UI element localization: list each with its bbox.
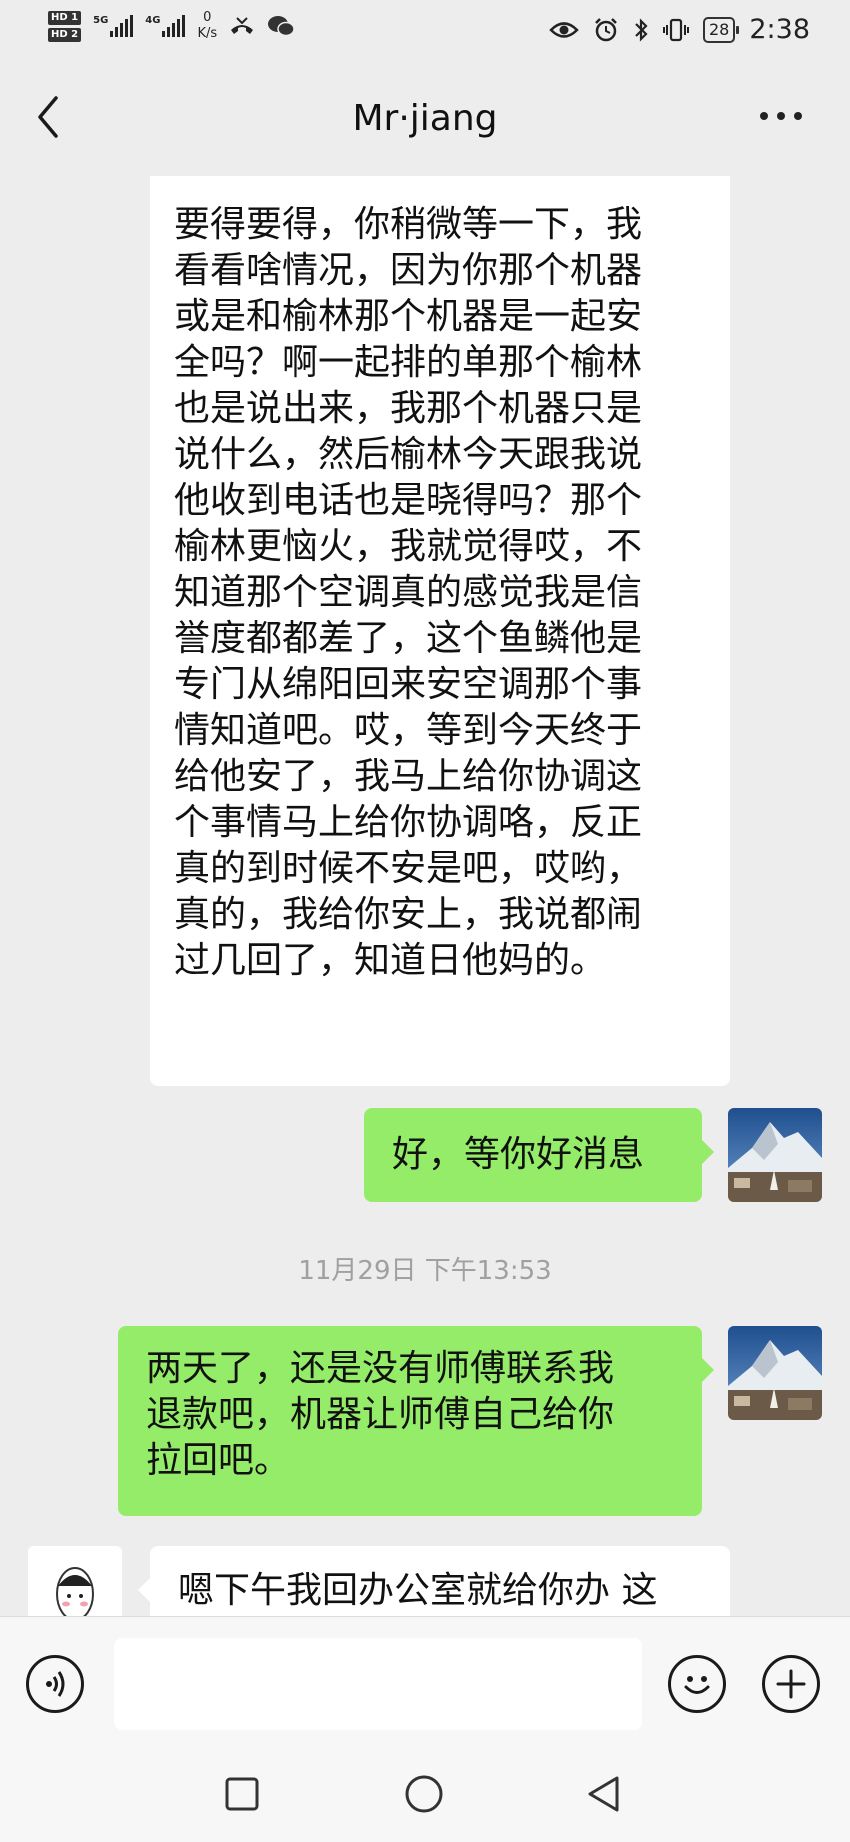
network-speed: 0 K/s: [197, 10, 217, 42]
message-line: 退款吧，机器让师傅自己给你: [146, 1394, 615, 1435]
message-input[interactable]: [114, 1638, 642, 1730]
message-line: 真的，我给你安上，我说都闹: [174, 894, 643, 935]
message-line: 给他安了，我马上给你协调这: [174, 756, 643, 797]
avatar-self[interactable]: [728, 1326, 822, 1420]
hd-icon: HD 1 HD 2: [48, 10, 82, 42]
emoji-face: [684, 1676, 710, 1694]
signal-icon: 5G: [93, 15, 134, 37]
speed-unit: K/s: [197, 26, 218, 41]
avatar-self[interactable]: [728, 1108, 822, 1202]
message-line: 情知道吧。哎，等到今天终于: [174, 710, 643, 751]
message-line: 拉回吧。: [146, 1440, 291, 1481]
message-line: 看看啥情况，因为你那个机器: [174, 250, 643, 291]
cartoon-avatar-image: [28, 1546, 122, 1616]
avatar-contact[interactable]: [28, 1546, 122, 1616]
message-line: 个事情马上给你协调咯，反正: [174, 802, 643, 843]
voice-icon[interactable]: [26, 1655, 84, 1713]
speed-value: 0: [203, 10, 212, 25]
recents-square-icon[interactable]: [224, 1776, 260, 1812]
battery-icon: 28: [703, 16, 740, 43]
mountain-avatar-image: [728, 1326, 822, 1420]
clock: 2:38: [749, 14, 810, 45]
wechat-icon: [268, 16, 295, 37]
message-bubble-incoming[interactable]: 嗯下午我回办公室就给你办 这: [138, 1546, 730, 1616]
message-line: 也是说出来，我那个机器只是: [174, 388, 643, 429]
message-line: 好，等你好消息: [392, 1134, 645, 1175]
signal-icon-2: 4G: [145, 15, 186, 37]
message-bubble-outgoing[interactable]: 好，等你好消息: [364, 1108, 714, 1202]
net1-label: 5G: [93, 15, 109, 26]
emoji-icon[interactable]: [668, 1655, 726, 1713]
message-line: 誉度都都差了，这个鱼鳞他是: [174, 618, 643, 659]
message-line: 榆林更恼火，我就觉得哎，不: [174, 526, 643, 567]
input-bar: [0, 1616, 850, 1747]
message-line: 两天了，还是没有师傅联系我: [146, 1348, 615, 1389]
message-line: 或是和榆林那个机器是一起安: [174, 296, 643, 337]
message-bubble-outgoing[interactable]: 两天了，还是没有师傅联系我 退款吧，机器让师傅自己给你 拉回吧。: [118, 1326, 714, 1516]
system-nav-bar: [0, 1746, 850, 1842]
home-circle-icon[interactable]: [404, 1774, 444, 1814]
message-line: 嗯下午我回办公室就给你办 这: [178, 1570, 658, 1611]
message-line: 过几回了，知道日他妈的。: [174, 940, 607, 981]
net2-label: 4G: [145, 15, 161, 26]
message-line: 说什么，然后榆林今天跟我说: [174, 434, 643, 475]
title-bar: Mr·jiang: [0, 62, 850, 176]
message-line: 他收到电话也是晓得吗？那个: [174, 480, 643, 521]
plus-icon[interactable]: [762, 1655, 820, 1713]
plus-sign: [776, 1669, 806, 1699]
message-line: 专门从绵阳回来安空调那个事: [174, 664, 643, 705]
message-bubble-incoming[interactable]: 要得要得，你稍微等一下，我 看看啥情况，因为你那个机器 或是和榆林那个机器是一起…: [150, 176, 730, 1086]
back-triangle-icon[interactable]: [586, 1774, 622, 1814]
message-line: 真的到时候不安是吧，哎哟，: [174, 848, 643, 889]
voice-waves: [46, 1671, 65, 1697]
alarm-icon: [595, 17, 617, 41]
bluetooth-icon: [635, 17, 648, 42]
sim2-label: HD 2: [48, 27, 82, 42]
message-line: 全吗？啊一起排的单那个榆林: [174, 342, 643, 383]
message-line: 要得要得，你稍微等一下，我: [174, 204, 643, 245]
missed-call-icon: [231, 17, 254, 34]
message-timestamp: 11月29日 下午13:53: [298, 1256, 552, 1286]
status-bar: HD 1 HD 2 5G 4G 0 K/s 28 2:38: [0, 0, 850, 62]
vibrate-icon: [663, 18, 689, 41]
message-line: 知道那个空调真的感觉我是信: [174, 572, 643, 613]
sim1-label: HD 1: [48, 10, 82, 25]
eye-icon: [549, 21, 579, 38]
chat-message-list[interactable]: 要得要得，你稍微等一下，我 看看啥情况，因为你那个机器 或是和榆林那个机器是一起…: [0, 176, 850, 1616]
more-dots-icon[interactable]: [760, 106, 810, 126]
mountain-avatar-image: [728, 1108, 822, 1202]
chat-title: Mr·jiang: [352, 98, 498, 139]
